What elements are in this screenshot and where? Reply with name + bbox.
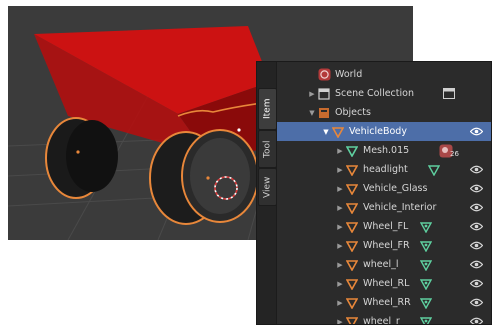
expand-arrow-icon[interactable]: ▶ <box>335 185 345 193</box>
outliner-world-row[interactable]: World <box>277 65 491 84</box>
modifier-icon[interactable] <box>419 258 433 272</box>
tab-view[interactable]: View <box>258 168 277 206</box>
child-label: headlight <box>363 164 408 175</box>
eye-icon[interactable] <box>469 184 483 194</box>
object-icon <box>345 315 359 324</box>
outliner-vehiclebody-row[interactable]: ▼ VehicleBody <box>277 122 491 141</box>
expand-arrow-icon[interactable]: ▶ <box>335 147 345 155</box>
object-icon <box>345 182 359 196</box>
sidebar-tabs: Item Tool View <box>257 62 277 324</box>
eye-icon[interactable] <box>469 298 483 308</box>
tab-tool[interactable]: Tool <box>258 130 277 168</box>
expand-arrow-icon[interactable]: ▶ <box>335 280 345 288</box>
outliner-child-row[interactable]: ▶ Wheel_RL <box>277 274 491 293</box>
outliner-mesh-row[interactable]: ▶ Mesh.015 26 <box>277 141 491 160</box>
expand-arrow-icon[interactable]: ▶ <box>307 90 317 98</box>
mesh-data-icon[interactable] <box>427 163 441 177</box>
expand-arrow-icon[interactable]: ▶ <box>335 318 345 325</box>
outliner-objects-row[interactable]: ▼ Objects <box>277 103 491 122</box>
modifier-icon[interactable] <box>419 220 433 234</box>
outliner-tree: World ▶ Scene Collection ▼ Objects ▼ Veh <box>277 62 491 324</box>
tab-item[interactable]: Item <box>258 88 277 130</box>
object-icon <box>345 239 359 253</box>
child-label: Vehicle_Interior <box>363 202 437 213</box>
wheel-left-mesh[interactable] <box>45 117 118 199</box>
child-label: wheel_l <box>363 259 399 270</box>
expand-arrow-icon[interactable]: ▶ <box>335 242 345 250</box>
objects-label: Objects <box>335 107 371 118</box>
expand-arrow-icon[interactable]: ▶ <box>335 261 345 269</box>
tab-view-label: View <box>262 176 273 198</box>
scene-collection-label: Scene Collection <box>335 88 414 99</box>
child-label: wheel_r <box>363 316 400 325</box>
modifier-icon[interactable] <box>419 315 433 324</box>
outliner-child-row[interactable]: ▶ Vehicle_Glass <box>277 179 491 198</box>
object-icon <box>345 163 359 177</box>
mesh-users-count: 26 <box>450 150 459 158</box>
outliner-child-row[interactable]: ▶ Wheel_FL <box>277 217 491 236</box>
eye-icon[interactable] <box>469 279 483 289</box>
collection-icon <box>317 87 331 101</box>
child-label: Wheel_FL <box>363 221 409 232</box>
object-icon <box>345 277 359 291</box>
child-label: Vehicle_Glass <box>363 183 428 194</box>
tab-tool-label: Tool <box>262 140 273 158</box>
expand-arrow-icon[interactable]: ▶ <box>335 223 345 231</box>
outliner-child-row[interactable]: ▶ Vehicle_Interior <box>277 198 491 217</box>
object-icon <box>345 201 359 215</box>
eye-icon[interactable] <box>469 317 483 324</box>
outliner-scene-collection-row[interactable]: ▶ Scene Collection <box>277 84 491 103</box>
world-icon <box>317 68 331 82</box>
modifier-icon[interactable] <box>419 296 433 310</box>
eye-icon[interactable] <box>469 260 483 270</box>
collapse-arrow-icon[interactable]: ▼ <box>321 128 331 136</box>
outliner-child-row[interactable]: ▶ Wheel_FR <box>277 236 491 255</box>
object-icon <box>345 296 359 310</box>
exclude-checkbox-icon[interactable] <box>443 88 455 99</box>
modifier-icon[interactable] <box>419 239 433 253</box>
vehiclebody-label: VehicleBody <box>349 126 407 137</box>
object-icon <box>331 125 345 139</box>
outliner-child-row[interactable]: ▶ wheel_r <box>277 312 491 325</box>
eye-icon[interactable] <box>469 165 483 175</box>
eye-icon[interactable] <box>469 222 483 232</box>
object-icon <box>345 220 359 234</box>
collection-icon <box>317 106 331 120</box>
modifier-icon[interactable] <box>419 277 433 291</box>
outliner-panel: Item Tool View World ▶ Scene Collection … <box>256 61 492 325</box>
outliner-child-row[interactable]: ▶ wheel_l <box>277 255 491 274</box>
mesh-icon <box>345 144 359 158</box>
object-icon <box>345 258 359 272</box>
eye-icon[interactable] <box>469 241 483 251</box>
wheel-right-mesh[interactable] <box>149 129 259 225</box>
expand-arrow-icon[interactable]: ▶ <box>335 299 345 307</box>
eye-icon[interactable] <box>469 203 483 213</box>
mesh-label: Mesh.015 <box>363 145 410 156</box>
child-label: Wheel_FR <box>363 240 410 251</box>
outliner-child-row[interactable]: ▶ headlight <box>277 160 491 179</box>
expand-arrow-icon[interactable]: ▶ <box>335 166 345 174</box>
collapse-arrow-icon[interactable]: ▼ <box>307 109 317 117</box>
world-label: World <box>335 69 363 80</box>
eye-icon[interactable] <box>469 127 483 137</box>
outliner-child-row[interactable]: ▶ Wheel_RR <box>277 293 491 312</box>
child-label: Wheel_RL <box>363 278 410 289</box>
expand-arrow-icon[interactable]: ▶ <box>335 204 345 212</box>
tab-item-label: Item <box>262 98 273 120</box>
child-label: Wheel_RR <box>363 297 411 308</box>
